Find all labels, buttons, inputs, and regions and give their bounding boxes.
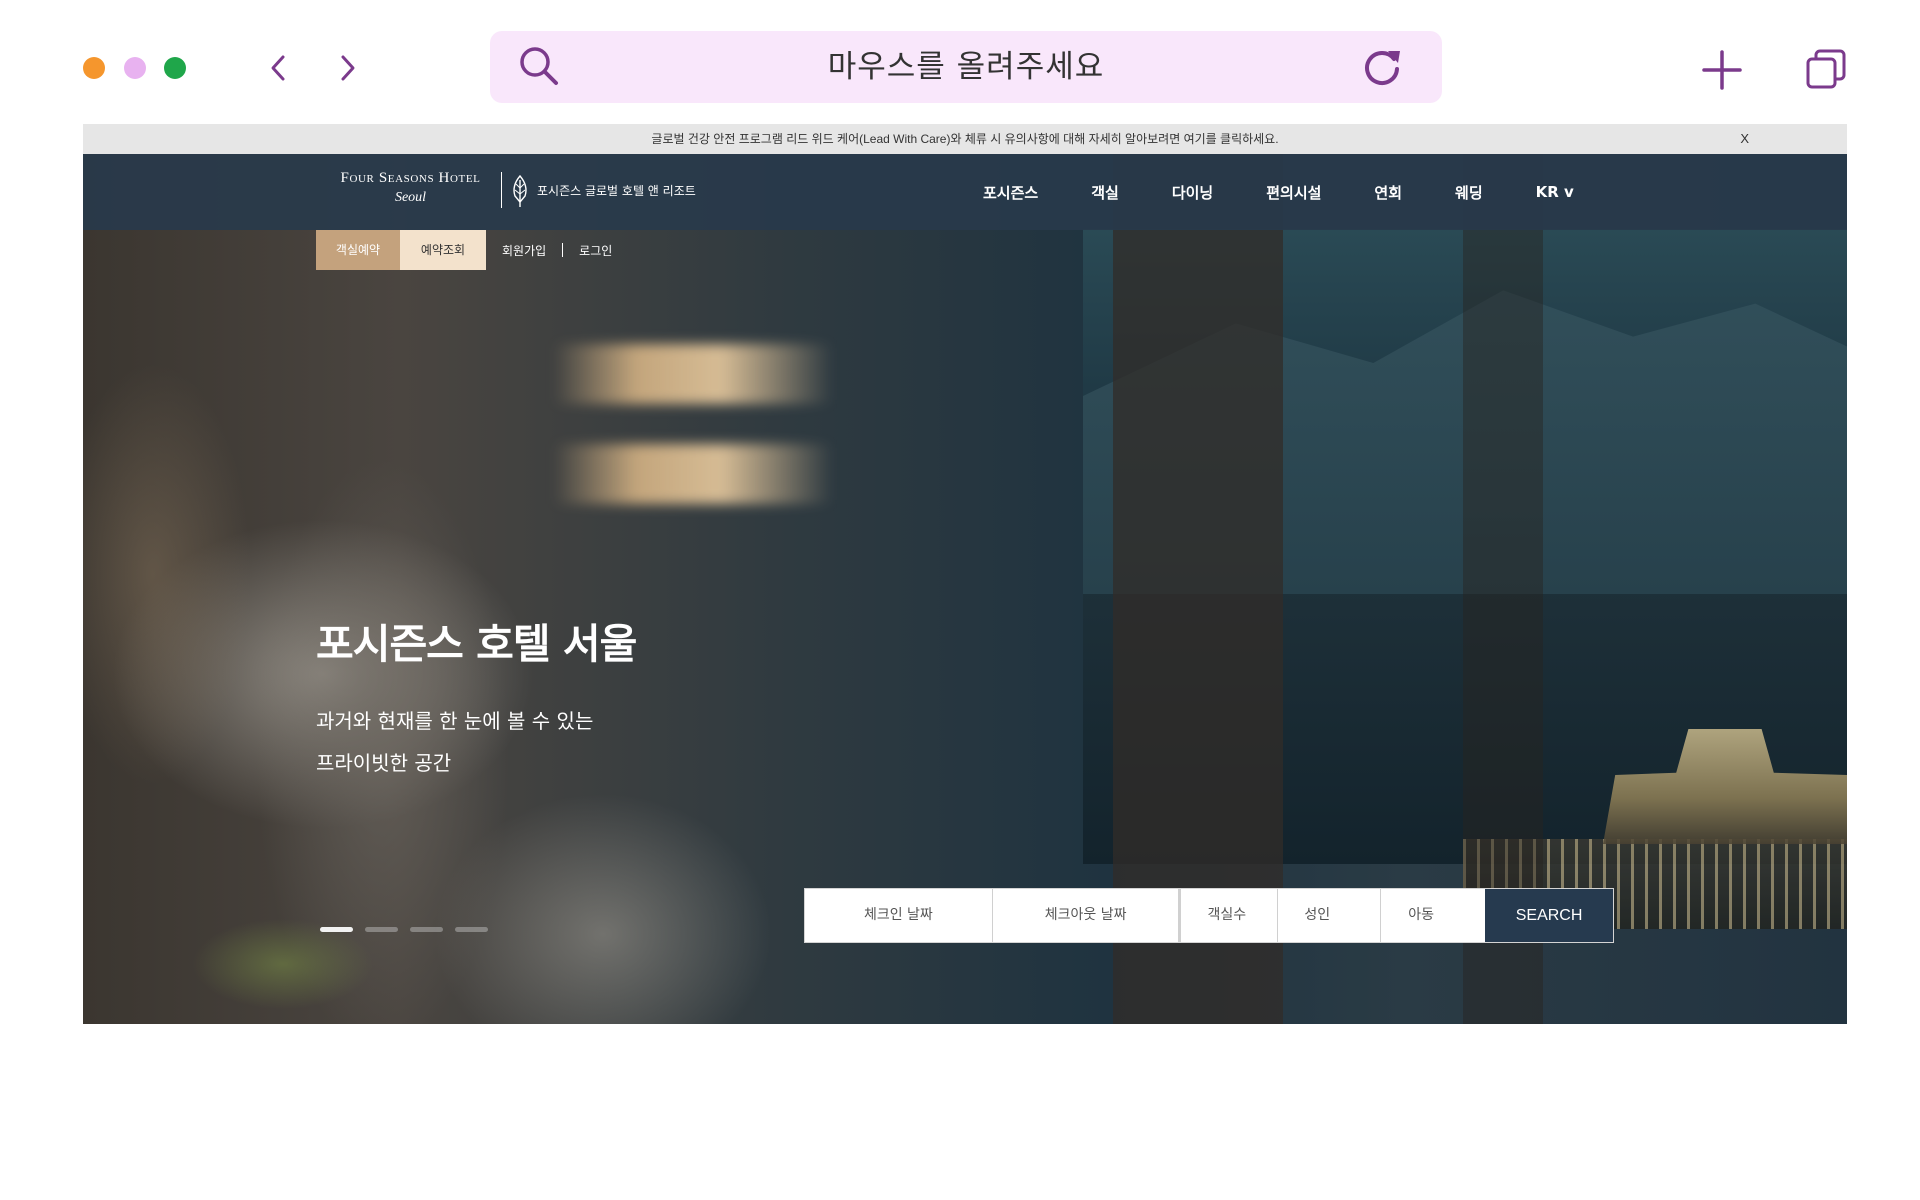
back-icon [271, 55, 285, 81]
notice-close-button[interactable]: X [1740, 124, 1749, 154]
book-room-button[interactable]: 객실예약 [316, 230, 400, 270]
language-selector[interactable]: KR v [1536, 183, 1574, 201]
adults-select[interactable]: 성인 [1278, 889, 1382, 942]
window-maximize-dot[interactable] [164, 57, 186, 79]
reservation-lookup-button[interactable]: 예약조회 [400, 230, 486, 270]
hero-lamp-glow [553, 444, 833, 504]
nav-item-banquet[interactable]: 연회 [1374, 182, 1402, 203]
window-close-dot[interactable] [83, 57, 105, 79]
slide-indicator[interactable] [455, 927, 488, 932]
hero-title: 포시즌스 호텔 서울 [316, 620, 637, 668]
address-text[interactable]: 마우스를 올려주세요 [490, 31, 1442, 103]
logo-subtitle: 포시즌스 글로벌 호텔 앤 리조트 [537, 184, 696, 198]
hero-description-line: 과거와 현재를 한 눈에 볼 수 있는 [316, 709, 594, 733]
login-link[interactable]: 로그인 [563, 242, 628, 259]
back-button[interactable] [258, 48, 298, 88]
checkin-date-field[interactable]: 체크인 날짜 [805, 889, 993, 942]
browser-chrome: 마우스를 올려주세요 [0, 0, 1920, 124]
tabs-icon[interactable] [1804, 47, 1848, 91]
notice-text[interactable]: 글로벌 건강 안전 프로그램 리드 위드 케어(Lead With Care)와… [651, 132, 1278, 146]
forward-button[interactable] [328, 48, 368, 88]
forward-icon [341, 55, 355, 81]
slide-indicator[interactable] [365, 927, 398, 932]
slide-indicator[interactable] [320, 927, 353, 932]
children-select[interactable]: 아동 [1381, 889, 1485, 942]
signup-link[interactable]: 회원가입 [486, 242, 562, 259]
nav-item-amenities[interactable]: 편의시설 [1266, 182, 1321, 203]
nav-item-four-seasons[interactable]: 포시즌스 [983, 182, 1038, 203]
nav-item-dining[interactable]: 다이닝 [1172, 182, 1213, 203]
website-viewport: 글로벌 건강 안전 프로그램 리드 위드 케어(Lead With Care)와… [83, 124, 1847, 1024]
new-tab-icon[interactable] [1700, 48, 1744, 92]
tree-logo-icon [513, 174, 527, 207]
hero-bed-blur [83, 154, 643, 1024]
slide-indicator[interactable] [410, 927, 443, 932]
nav-item-wedding[interactable]: 웨딩 [1455, 182, 1483, 203]
hero-lamp-glow [553, 344, 833, 404]
slide-indicators [320, 927, 500, 932]
address-bar[interactable]: 마우스를 올려주세요 [490, 31, 1442, 103]
checkout-date-field[interactable]: 체크아웃 날짜 [993, 889, 1182, 942]
logo-divider [501, 172, 502, 208]
site-header: Four Seasons Hotel Seoul 포시즌스 글로벌 호텔 앤 리… [83, 154, 1847, 230]
sub-nav: 객실예약 예약조회 회원가입 로그인 [316, 230, 628, 270]
hero-description-line: 프라이빗한 공간 [316, 751, 452, 775]
window-minimize-dot[interactable] [124, 57, 146, 79]
site-logo[interactable]: Four Seasons Hotel Seoul 포시즌스 글로벌 호텔 앤 리… [333, 170, 713, 216]
booking-bar: 체크인 날짜 체크아웃 날짜 객실수 성인 아동 SEARCH [805, 889, 1613, 942]
rooms-select[interactable]: 객실수 [1181, 889, 1279, 942]
notice-banner[interactable]: 글로벌 건강 안전 프로그램 리드 위드 케어(Lead With Care)와… [83, 124, 1847, 154]
logo-brand-text: Four Seasons Hotel [340, 170, 481, 186]
main-nav: 포시즌스 객실 다이닝 편의시설 연회 웨딩 KR v [983, 154, 1627, 230]
hero-description: 과거와 현재를 한 눈에 볼 수 있는 프라이빗한 공간 [316, 700, 593, 784]
hero-plant [153, 904, 413, 1024]
search-button[interactable]: SEARCH [1485, 889, 1613, 942]
hero-palace [1603, 729, 1847, 844]
nav-item-rooms[interactable]: 객실 [1091, 182, 1119, 203]
reload-icon[interactable] [1360, 45, 1404, 89]
logo-city-text: Seoul [394, 190, 427, 205]
